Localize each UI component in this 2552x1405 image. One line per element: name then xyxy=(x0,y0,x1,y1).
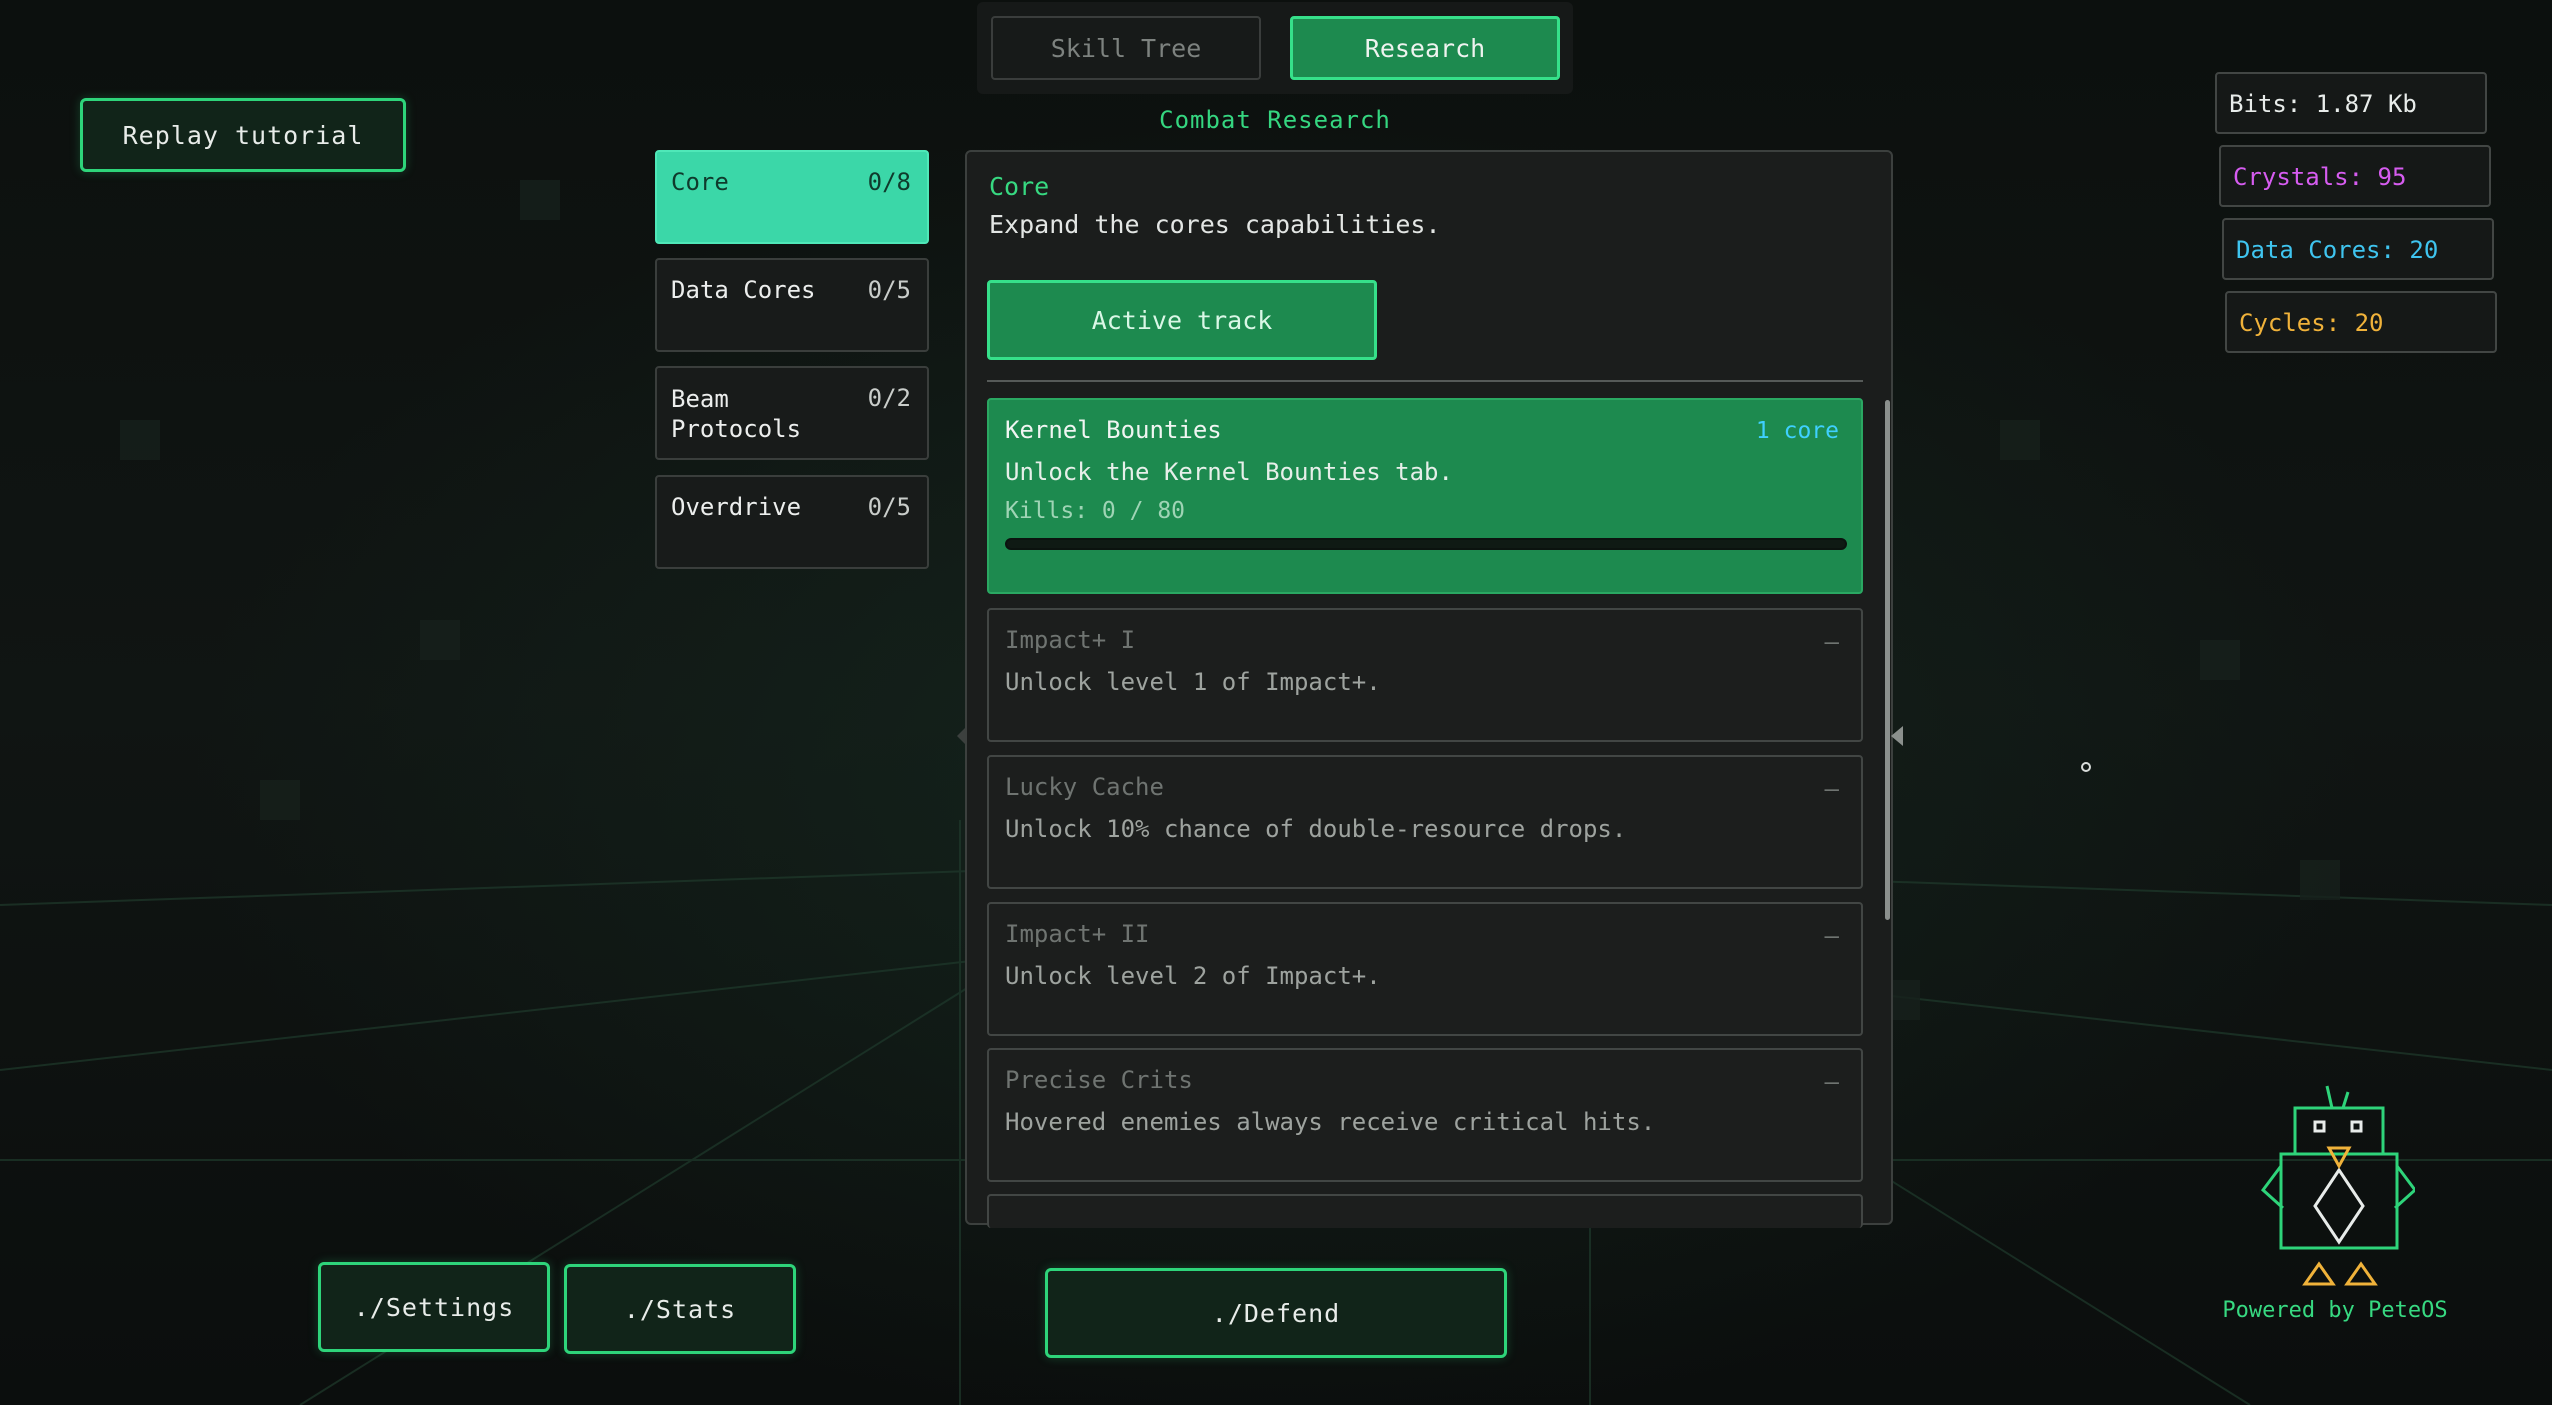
category-beam-protocols[interactable]: Beam Protocols 0/2 xyxy=(655,366,929,460)
research-item-lucky-cache[interactable]: Lucky Cache — Unlock 10% chance of doubl… xyxy=(987,755,1863,889)
item-description: Hovered enemies always receive critical … xyxy=(1005,1108,1656,1136)
item-locked-marker: — xyxy=(1824,922,1839,950)
item-cost: 1 core xyxy=(1755,418,1839,444)
category-label: Data Cores xyxy=(671,276,816,304)
item-description: Unlock level 1 of Impact+. xyxy=(1005,668,1381,696)
defend-button[interactable]: ./Defend xyxy=(1045,1268,1507,1358)
resource-label: Cycles: 20 xyxy=(2239,309,2384,337)
item-locked-marker: — xyxy=(1824,1068,1839,1096)
item-description: Unlock the Kernel Bounties tab. xyxy=(1005,458,1453,486)
category-count: 0/8 xyxy=(867,168,911,196)
powered-by-label: Powered by PeteOS xyxy=(2222,1298,2448,1323)
progress-bar xyxy=(1005,538,1847,550)
item-locked-marker: — xyxy=(1824,628,1839,656)
game-screen: Replay tutorial Skill Tree Research Comb… xyxy=(0,0,2552,1405)
resource-data-cores: Data Cores: 20 xyxy=(2222,218,2494,280)
category-label: Overdrive xyxy=(671,493,802,521)
scrollbar[interactable] xyxy=(1885,400,1890,920)
item-locked-marker: — xyxy=(1824,775,1839,803)
replay-tutorial-button[interactable]: Replay tutorial xyxy=(80,98,406,172)
section-title: Combat Research xyxy=(1159,106,1391,134)
resource-label: Bits: 1.87 Kb xyxy=(2229,90,2417,118)
category-label: Beam Protocols xyxy=(671,385,802,443)
resource-bits: Bits: 1.87 Kb xyxy=(2215,72,2487,134)
category-overdrive[interactable]: Overdrive 0/5 xyxy=(655,475,929,569)
category-count: 0/5 xyxy=(867,276,911,304)
robot-mascot-icon xyxy=(2260,1085,2415,1286)
tab-skill-tree[interactable]: Skill Tree xyxy=(991,16,1261,80)
item-name: Impact+ I xyxy=(1005,626,1136,654)
active-track-button[interactable]: Active track xyxy=(987,280,1377,360)
research-item-kernel-bounties[interactable]: Kernel Bounties 1 core Unlock the Kernel… xyxy=(987,398,1863,594)
research-item-impact-1[interactable]: Impact+ I — Unlock level 1 of Impact+. xyxy=(987,608,1863,742)
divider xyxy=(987,380,1863,382)
resource-label: Data Cores: 20 xyxy=(2236,236,2439,264)
resource-cycles: Cycles: 20 xyxy=(2225,291,2497,353)
panel-title: Core xyxy=(989,172,1050,201)
research-item-impact-2[interactable]: Impact+ II — Unlock level 2 of Impact+. xyxy=(987,902,1863,1036)
item-description: Unlock 10% chance of double-resource dro… xyxy=(1005,815,1627,843)
item-name: Precise Crits xyxy=(1005,1066,1193,1094)
research-item-precise-crits[interactable]: Precise Crits — Hovered enemies always r… xyxy=(987,1048,1863,1182)
item-description: Unlock level 2 of Impact+. xyxy=(1005,962,1381,990)
category-count: 0/5 xyxy=(867,493,911,521)
panel-notch-right xyxy=(1891,726,1903,746)
item-progress-label: Kills: 0 / 80 xyxy=(1005,498,1186,524)
category-count: 0/2 xyxy=(867,384,911,412)
settings-button[interactable]: ./Settings xyxy=(318,1262,550,1352)
item-name: Lucky Cache xyxy=(1005,773,1164,801)
category-label: Core xyxy=(671,168,729,196)
panel-description: Expand the cores capabilities. xyxy=(989,210,1441,239)
category-core[interactable]: Core 0/8 xyxy=(655,150,929,244)
panel-notch-left xyxy=(957,726,967,746)
category-data-cores[interactable]: Data Cores 0/5 xyxy=(655,258,929,352)
cursor-icon xyxy=(2081,762,2091,772)
item-name: Kernel Bounties xyxy=(1005,416,1222,444)
stats-button[interactable]: ./Stats xyxy=(564,1264,796,1354)
tab-research[interactable]: Research xyxy=(1290,16,1560,80)
research-item-next[interactable] xyxy=(987,1194,1863,1228)
item-name: Impact+ II xyxy=(1005,920,1150,948)
resource-label: Crystals: 95 xyxy=(2233,163,2407,191)
resource-crystals: Crystals: 95 xyxy=(2219,145,2491,207)
research-panel: Core Expand the cores capabilities. Acti… xyxy=(957,150,1903,1228)
view-tabs: Skill Tree Research xyxy=(977,2,1573,94)
